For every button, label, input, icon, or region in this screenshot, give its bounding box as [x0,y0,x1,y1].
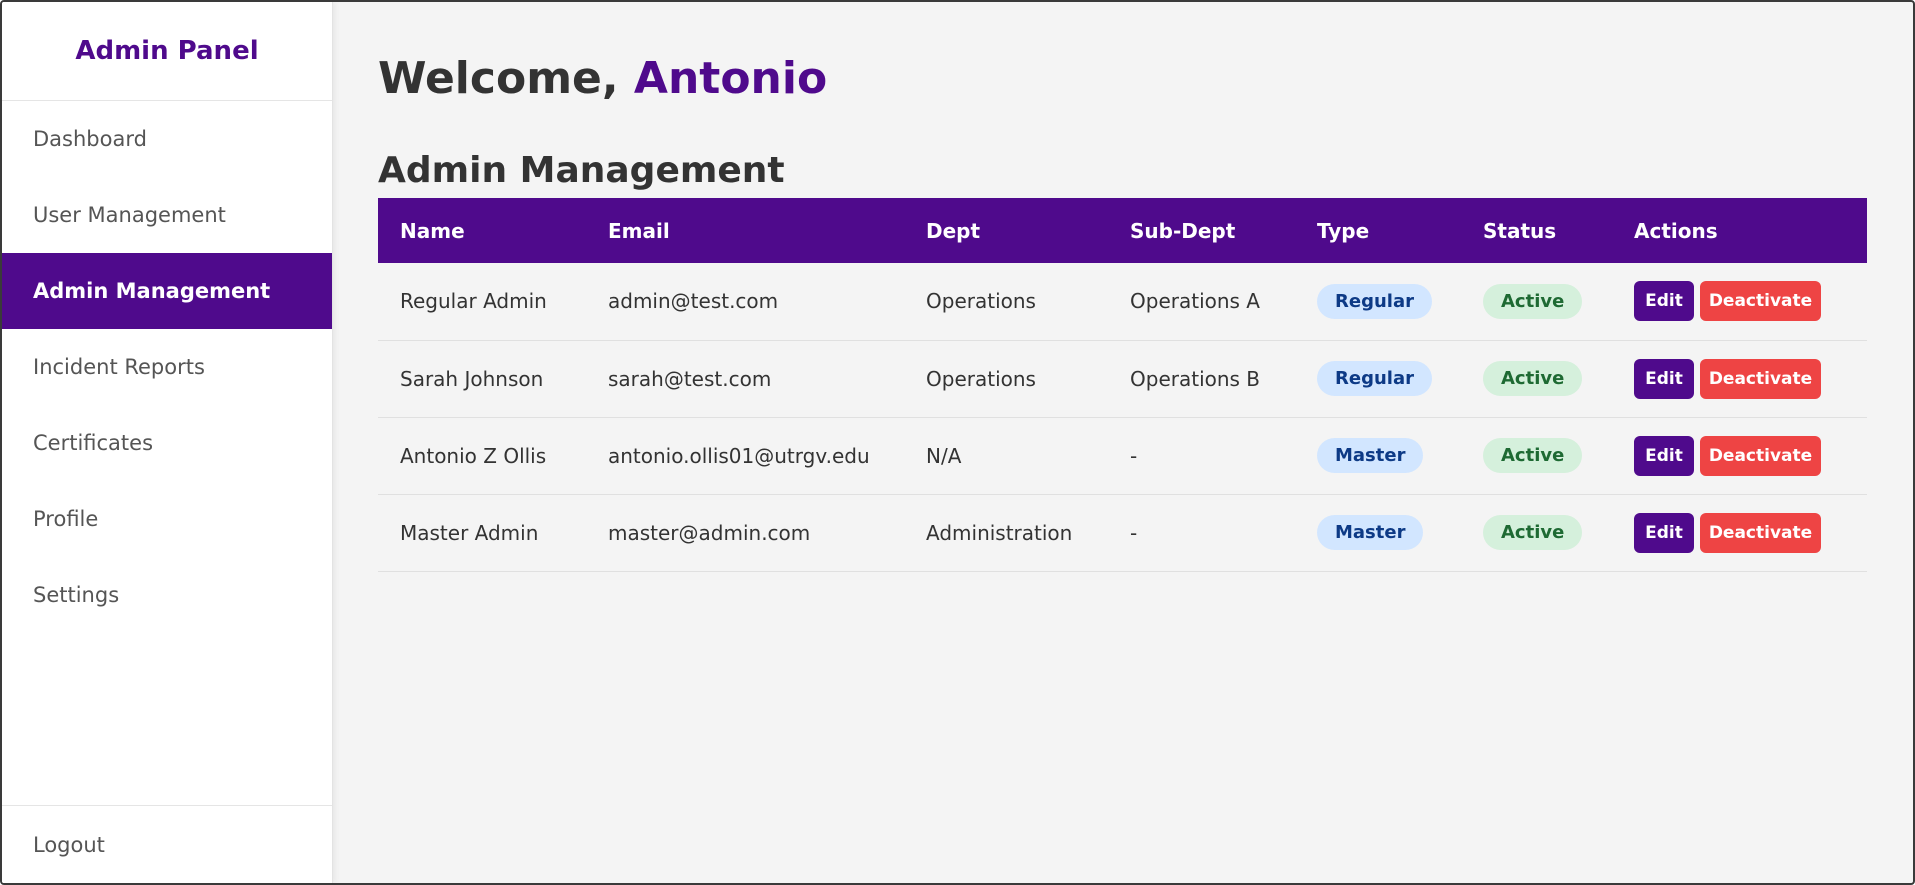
cell-type: Master [1295,494,1461,572]
column-header-type: Type [1317,218,1370,243]
sidebar-item-user-management[interactable]: User Management [2,177,332,253]
table-row: Antonio Z Ollis antonio.ollis01@utrgv.ed… [378,417,1867,495]
cell-status: Active [1461,263,1612,341]
cell-dept: Operations [904,263,1108,341]
deactivate-button[interactable]: Deactivate [1700,512,1821,553]
cell-email: admin@test.com [586,263,904,341]
deactivate-button[interactable]: Deactivate [1700,281,1821,322]
cell-name: Regular Admin [378,263,586,341]
status-badge: Active [1483,438,1583,473]
cell-type: Master [1295,417,1461,495]
cell-type: Regular [1295,340,1461,418]
status-badge: Active [1483,361,1583,396]
sidebar-item-incident-reports[interactable]: Incident Reports [2,329,332,405]
column-header-email: Email [608,218,670,243]
type-badge: Master [1317,438,1424,473]
cell-type: Regular [1295,263,1461,341]
table-header-row: Name Email Dept Sub-Dept Type Status Act… [378,198,1867,263]
cell-name: Sarah Johnson [378,340,586,418]
type-badge: Regular [1317,283,1432,319]
deactivate-button[interactable]: Deactivate [1700,358,1821,399]
page-title: Admin Management [378,150,785,191]
cell-email: master@admin.com [586,494,904,572]
welcome-prefix: Welcome, [378,53,634,104]
cell-dept: Administration [904,494,1108,572]
cell-actions: Edit Deactivate [1612,263,1867,341]
cell-actions: Edit Deactivate [1612,417,1867,495]
table-row: Regular Admin admin@test.com Operations … [378,263,1867,341]
app-title: Admin Panel [2,2,332,101]
type-badge: Regular [1317,361,1432,396]
cell-status: Active [1461,494,1612,572]
table-header: Name Email Dept Sub-Dept Type Status Act… [378,198,1867,263]
edit-button[interactable]: Edit [1634,435,1694,476]
welcome-heading: Welcome, Antonio [378,50,1867,108]
column-header-actions: Actions [1634,218,1718,243]
welcome-user-name: Antonio [633,53,828,104]
cell-status: Active [1461,340,1612,418]
edit-button[interactable]: Edit [1634,358,1694,399]
status-badge: Active [1483,515,1583,550]
admin-table: Name Email Dept Sub-Dept Type Status Act… [378,198,1867,572]
cell-dept: Operations [904,340,1108,418]
type-badge: Master [1317,515,1424,550]
cell-sub-dept: Operations A [1108,263,1295,341]
cell-email: antonio.ollis01@utrgv.edu [586,417,904,495]
sidebar-item-dashboard[interactable]: Dashboard [2,101,332,177]
table-row: Sarah Johnson sarah@test.com Operations … [378,340,1867,418]
cell-name: Master Admin [378,494,586,572]
cell-sub-dept: - [1108,417,1295,495]
cell-email: sarah@test.com [586,340,904,418]
cell-sub-dept: Operations B [1108,340,1295,418]
cell-actions: Edit Deactivate [1612,340,1867,418]
column-header-name: Name [400,218,465,243]
edit-button[interactable]: Edit [1634,512,1694,553]
table-row: Master Admin master@admin.com Administra… [378,494,1867,572]
column-header-status: Status [1483,218,1557,243]
logout-button[interactable]: Logout [2,805,332,883]
sidebar: Admin Panel Dashboard User Management Ad… [2,2,333,883]
cell-sub-dept: - [1108,494,1295,572]
column-header-sub-dept: Sub-Dept [1130,218,1236,243]
sidebar-item-settings[interactable]: Settings [2,557,332,633]
edit-button[interactable]: Edit [1634,281,1694,322]
sidebar-nav: Dashboard User Management Admin Manageme… [2,101,332,633]
sidebar-item-admin-management[interactable]: Admin Management [2,253,332,329]
column-header-dept: Dept [926,218,981,243]
status-badge: Active [1483,283,1583,319]
cell-name: Antonio Z Ollis [378,417,586,495]
deactivate-button[interactable]: Deactivate [1700,435,1821,476]
cell-dept: N/A [904,417,1108,495]
cell-status: Active [1461,417,1612,495]
table-body: Regular Admin admin@test.com Operations … [378,263,1867,572]
sidebar-item-certificates[interactable]: Certificates [2,405,332,481]
sidebar-item-profile[interactable]: Profile [2,481,332,557]
main-content: Welcome, Antonio Admin Management Name E… [333,2,1913,883]
app-window: Admin Panel Dashboard User Management Ad… [0,0,1915,885]
cell-actions: Edit Deactivate [1612,494,1867,572]
